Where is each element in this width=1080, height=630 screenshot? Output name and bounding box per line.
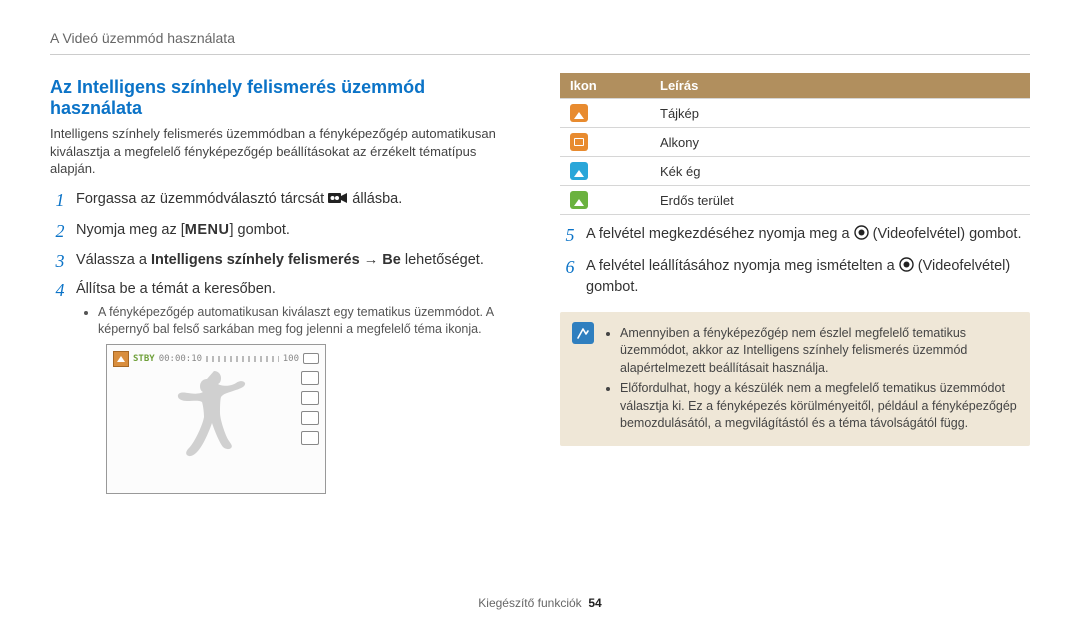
step-4-bullet: A fényképezőgép automatikusan kiválaszt … (98, 304, 520, 338)
record-button-icon-2 (899, 257, 914, 279)
step-5: A felvétel megkezdéséhez nyomja meg a (V… (560, 225, 1030, 247)
row-landscape: Tájkép (650, 99, 1030, 128)
steps-list-left: Forgassa az üzemmódválasztó tárcsát állá… (50, 190, 520, 494)
note-2: Előfordulhat, hogy a készülék nem a megf… (620, 380, 1018, 433)
step-2-text-b: ] gombot. (230, 222, 290, 238)
step-2-text-a: Nyomja meg az [ (76, 222, 185, 238)
page-footer: Kiegészítő funkciók 54 (0, 596, 1080, 610)
step-3-text-b: lehetőséget. (401, 252, 484, 268)
note-1: Amennyiben a fényképezőgép nem észlel me… (620, 325, 1018, 378)
step-3: Válassza a Intelligens színhely felismer… (50, 251, 520, 271)
left-column: Az Intelligens színhely felismerés üzemm… (50, 73, 520, 630)
footer-page: 54 (588, 596, 601, 610)
stby-label: STBY (133, 353, 155, 365)
record-button-icon (854, 225, 869, 247)
forest-icon (570, 191, 588, 209)
preview-side-icon-3 (301, 411, 319, 425)
th-icon: Ikon (560, 73, 650, 99)
step-5-text-b: (Videofelvétel) gombot. (873, 226, 1022, 242)
step-5-text-a: A felvétel megkezdéséhez nyomja meg a (586, 226, 854, 242)
note-box: Amennyiben a fényképezőgép nem észlel me… (560, 312, 1030, 446)
step-6: A felvétel leállításához nyomja meg ismé… (560, 257, 1030, 298)
row-bluesky: Kék ég (650, 157, 1030, 186)
step-1-text-a: Forgassa az üzemmódválasztó tárcsát (76, 191, 328, 207)
video-mode-icon (328, 191, 348, 212)
battery-icon (303, 353, 319, 364)
steps-list-right: A felvétel megkezdéséhez nyomja meg a (V… (560, 225, 1030, 298)
preview-side-icon-4 (301, 431, 319, 445)
breadcrumb: A Videó üzemmód használata (50, 30, 1030, 55)
icon-table: Ikon Leírás Tájkép Alkony Kék ég Erdős t… (560, 73, 1030, 215)
footer-label: Kiegészítő funkciók (478, 596, 581, 610)
row-forest: Erdős terület (650, 186, 1030, 215)
step-2: Nyomja meg az [MENU] gombot. (50, 221, 520, 241)
step-6-text-a: A felvétel leállításához nyomja meg ismé… (586, 258, 899, 274)
ruler (206, 356, 279, 362)
step-1: Forgassa az üzemmódválasztó tárcsát állá… (50, 190, 520, 212)
camera-preview: STBY 00:00:10 100 (106, 344, 326, 494)
sunset-icon (570, 133, 588, 151)
step-4-text: Állítsa be a témát a keresőben. (76, 281, 276, 297)
preview-side-icon-1 (301, 371, 319, 385)
step-1-text-b: állásba. (352, 191, 402, 207)
step-3-arrow: → (360, 252, 383, 268)
bluesky-icon (570, 162, 588, 180)
th-desc: Leírás (650, 73, 1030, 99)
scene-icon (113, 351, 129, 367)
preview-side-icon-2 (301, 391, 319, 405)
row-sunset: Alkony (650, 128, 1030, 157)
step-3-bold-2: Be (382, 252, 401, 268)
right-column: Ikon Leírás Tájkép Alkony Kék ég Erdős t… (560, 73, 1030, 630)
step-4: Állítsa be a témát a keresőben. A fényké… (50, 280, 520, 493)
step-3-text-a: Válassza a (76, 252, 151, 268)
info-icon (572, 322, 594, 344)
landscape-icon (570, 104, 588, 122)
preview-count: 100 (283, 353, 299, 365)
step-3-bold-1: Intelligens színhely felismerés (151, 252, 360, 268)
menu-label: MENU (185, 222, 230, 238)
section-heading: Az Intelligens színhely felismerés üzemm… (50, 77, 520, 119)
subject-silhouette (176, 363, 256, 480)
intro-text: Intelligens színhely felismerés üzemmódb… (50, 125, 520, 178)
